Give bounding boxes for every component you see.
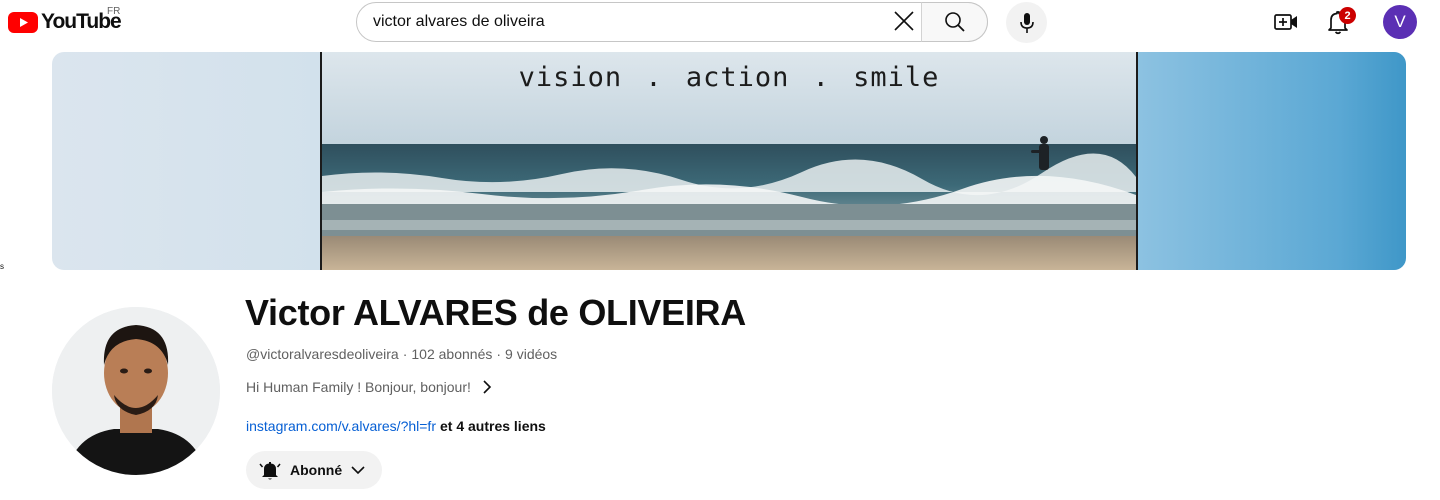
chevron-down-icon — [351, 466, 365, 475]
description-text: Hi Human Family ! Bonjour, bonjour! — [246, 379, 471, 395]
instagram-link[interactable]: instagram.com/v.alvares/?hl=fr — [246, 418, 436, 434]
channel-handle: @victoralvaresdeoliveira — [246, 346, 399, 362]
search-input[interactable] — [357, 3, 877, 41]
youtube-logo[interactable]: YouTube — [8, 10, 122, 34]
channel-meta: @victoralvaresdeoliveira · 102 abonnés · 9 v… — [246, 346, 558, 362]
banner-beach-photo: vision . action . smile — [320, 52, 1138, 270]
search-button[interactable] — [921, 2, 988, 42]
country-code: FR — [107, 6, 121, 17]
banner-slogan: vision . action . smile — [518, 62, 940, 93]
channel-banner: vision . action . smile — [52, 52, 1406, 270]
subscribed-label: Abonné — [290, 462, 343, 478]
clear-search-button[interactable] — [886, 8, 922, 34]
channel-links: instagram.com/v.alvares/?hl=fr et 4 autre… — [246, 418, 546, 434]
voice-search-button[interactable] — [1006, 2, 1047, 43]
youtube-play-icon — [8, 11, 38, 33]
close-icon — [894, 11, 914, 31]
bell-filled-icon — [259, 462, 281, 480]
notification-count-badge: 2 — [1339, 7, 1356, 24]
search-icon — [944, 12, 965, 32]
channel-avatar[interactable] — [52, 307, 220, 475]
video-count: 9 vidéos — [505, 346, 558, 362]
channel-name: Victor ALVARES de OLIVEIRA — [245, 292, 746, 333]
subscribed-button[interactable]: Abonné — [246, 451, 383, 489]
more-links-button[interactable]: et 4 autres liens — [436, 418, 546, 434]
channel-description[interactable]: Hi Human Family ! Bonjour, bonjour! — [246, 379, 493, 395]
create-button[interactable] — [1270, 8, 1302, 36]
chevron-right-icon — [483, 380, 492, 394]
create-video-icon — [1274, 14, 1297, 30]
stray-text: s — [0, 262, 4, 271]
mic-icon — [1019, 12, 1034, 33]
profile-portrait-image — [52, 307, 220, 475]
subscriber-count: 102 abonnés — [411, 346, 493, 362]
account-avatar-button[interactable]: V — [1383, 5, 1417, 39]
